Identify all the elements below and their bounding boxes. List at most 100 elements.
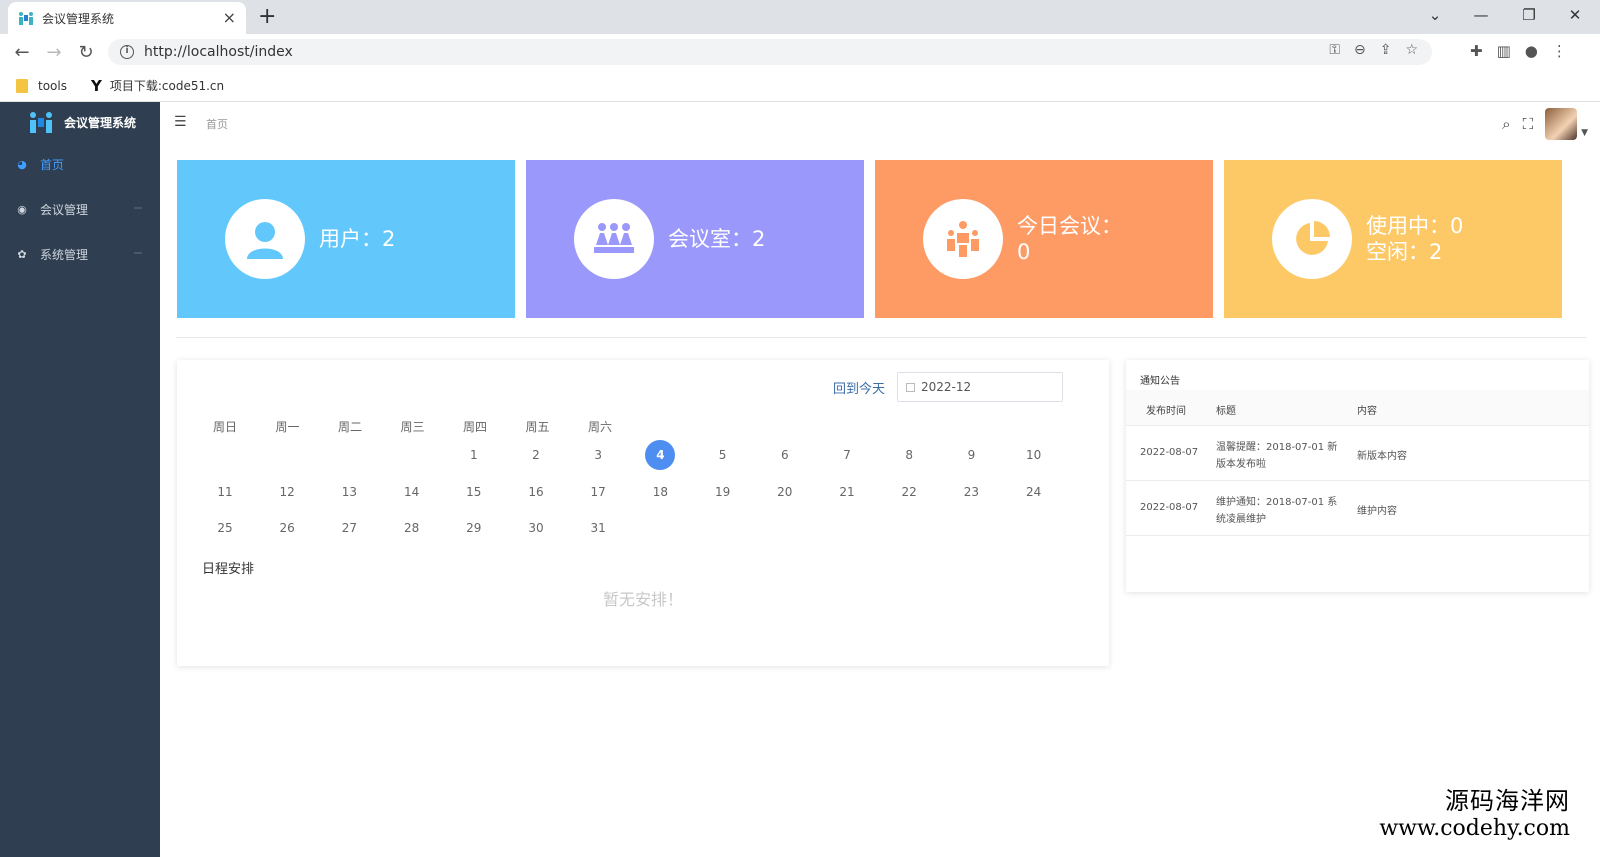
calendar-day[interactable]: 20 [765, 477, 805, 507]
close-window-button[interactable]: ✕ [1552, 4, 1598, 26]
calendar-day[interactable]: 19 [703, 477, 743, 507]
calendar-day[interactable]: 6 [765, 440, 805, 470]
top-bar: ☰ 首页 ⌕ ⛶ ▼ [160, 102, 1600, 142]
calendar-day[interactable]: 13 [329, 477, 369, 507]
extensions-icon[interactable]: ✚ [1470, 42, 1483, 60]
calendar-day[interactable]: 11 [205, 477, 245, 507]
forward-icon[interactable]: → [38, 42, 70, 63]
stat-card-today-meetings: 今日会议： 0 [875, 160, 1213, 318]
stat-in-use: 使用中：0 [1366, 214, 1464, 238]
stat-idle: 空闲：2 [1366, 240, 1443, 264]
address-bar[interactable]: i http://localhost/index ⚿ ⊖ ⇪ ☆ [108, 39, 1432, 65]
table-row[interactable]: 2022-08-07 维护通知：2018-07-01 系统凌晨维护 维护内容 [1126, 482, 1589, 536]
empty-schedule-text: 暂无安排！ [602, 590, 683, 609]
fullscreen-icon[interactable]: ⛶ [1523, 115, 1534, 133]
sidebar-item-home[interactable]: ◕ 首页 [0, 142, 160, 187]
weekday-label: 周四 [462, 420, 487, 434]
calendar-day[interactable]: 29 [454, 513, 494, 543]
calendar-day[interactable]: 22 [889, 477, 929, 507]
calendar-day[interactable]: 7 [827, 440, 867, 470]
dashboard-icon: ◕ [17, 157, 27, 171]
browser-toolbar: ← → ↻ i http://localhost/index ⚿ ⊖ ⇪ ☆ [0, 34, 1600, 70]
tab-title: 会议管理系统 [42, 11, 115, 26]
y-logo-icon: Y [90, 76, 102, 95]
bookmark-star-icon[interactable]: ☆ [1405, 42, 1418, 58]
table-row[interactable]: 2022-08-07 温馨提醒：2018-07-01 新版本发布啦 新版本内容 [1126, 427, 1589, 481]
sidebar-item-meeting-management[interactable]: ◉ 会议管理 [0, 187, 160, 232]
avatar[interactable] [1545, 108, 1578, 140]
calendar-day[interactable]: 18 [640, 477, 680, 507]
maximize-button[interactable]: ❐ [1506, 4, 1552, 26]
breadcrumb[interactable]: 首页 [206, 116, 228, 132]
bookmark-code51[interactable]: Y 项目下载:code51.cn [91, 77, 224, 95]
globe-icon: ◉ [17, 202, 27, 216]
calendar-day[interactable]: 31 [578, 513, 618, 543]
calendar-day[interactable]: 26 [267, 513, 307, 543]
caret-down-icon[interactable]: ▼ [1581, 128, 1588, 138]
back-to-today-link[interactable]: 回到今天 [833, 378, 885, 397]
calendar-day[interactable]: 17 [578, 477, 618, 507]
app-favicon-icon [18, 10, 34, 26]
url-text: http://localhost/index [144, 44, 293, 60]
stat-today-label: 今日会议： [1017, 214, 1122, 238]
bookmark-tools[interactable]: tools [16, 78, 67, 93]
calendar-day[interactable]: 25 [205, 513, 245, 543]
schedule-title: 日程安排 [202, 562, 255, 577]
browser-menu-icon[interactable]: ⋮ [1552, 42, 1567, 60]
calendar-day[interactable]: 15 [454, 477, 494, 507]
weekday-label: 周五 [525, 420, 550, 434]
weekday-label: 周一 [275, 420, 300, 434]
stat-today-text: 今日会议： 0 [1017, 213, 1122, 265]
tab-close-icon[interactable]: × [223, 10, 236, 26]
calendar-day[interactable]: 16 [516, 477, 556, 507]
notice-table-header: 发布时间 标题 内容 [1126, 390, 1589, 426]
calendar-day[interactable]: 4 [640, 440, 680, 470]
watermark: 源码海洋网 www.codehy.com [1379, 787, 1570, 841]
notice-card: 通知公告 发布时间 标题 内容 2022-08-07 温馨提醒：2018-07-… [1126, 360, 1589, 592]
weekday-label: 周三 [400, 420, 425, 434]
calendar-day[interactable]: 1 [454, 440, 494, 470]
new-tab-button[interactable]: + [258, 4, 276, 30]
calendar-day[interactable]: 3 [578, 440, 618, 470]
calendar-day[interactable]: 14 [392, 477, 432, 507]
meeting-today-icon [923, 199, 1003, 279]
app-name: 会议管理系统 [64, 115, 137, 130]
search-icon[interactable]: ⌕ [1502, 115, 1510, 133]
calendar-day[interactable]: 12 [267, 477, 307, 507]
weekday-label: 周二 [337, 420, 362, 434]
stat-today-value: 0 [1017, 240, 1031, 264]
side-panel-icon[interactable]: ▥ [1497, 42, 1511, 60]
zoom-icon[interactable]: ⊖ [1354, 42, 1366, 58]
browser-tab[interactable]: 会议管理系统 × [8, 2, 246, 34]
month-picker[interactable]: 2022-12 [897, 372, 1063, 402]
fold-menu-icon[interactable]: ☰ [174, 114, 187, 130]
share-icon[interactable]: ⇪ [1380, 42, 1392, 58]
profile-icon[interactable]: ● [1525, 42, 1538, 60]
folder-icon [16, 78, 28, 93]
header-content: 内容 [1357, 406, 1377, 417]
calendar-day[interactable]: 30 [516, 513, 556, 543]
stat-card-users: 用户：2 [177, 160, 515, 318]
app-logo-icon [30, 112, 52, 133]
app-logo[interactable]: 会议管理系统 [0, 102, 160, 142]
calendar-day[interactable]: 28 [392, 513, 432, 543]
calendar-day[interactable]: 23 [951, 477, 991, 507]
calendar-day[interactable]: 5 [703, 440, 743, 470]
calendar-day[interactable]: 2 [516, 440, 556, 470]
calendar-day[interactable]: 9 [951, 440, 991, 470]
back-icon[interactable]: ← [6, 42, 38, 63]
calendar-day[interactable]: 21 [827, 477, 867, 507]
key-icon[interactable]: ⚿ [1329, 42, 1340, 58]
calendar-day[interactable]: 8 [889, 440, 929, 470]
calendar-day[interactable]: 10 [1014, 440, 1054, 470]
reload-icon[interactable]: ↻ [70, 42, 102, 63]
calendar-day[interactable]: 24 [1014, 477, 1054, 507]
minimize-button[interactable]: — [1458, 4, 1504, 26]
sidebar-item-system-management[interactable]: ✿ 系统管理 [0, 232, 160, 277]
meeting-room-icon [574, 199, 654, 279]
gear-icon: ✿ [17, 247, 27, 261]
calendar-day[interactable]: 27 [329, 513, 369, 543]
header-date: 发布时间 [1146, 406, 1186, 417]
tab-search-icon[interactable]: ⌄ [1412, 4, 1458, 26]
site-info-icon[interactable]: i [120, 45, 134, 59]
